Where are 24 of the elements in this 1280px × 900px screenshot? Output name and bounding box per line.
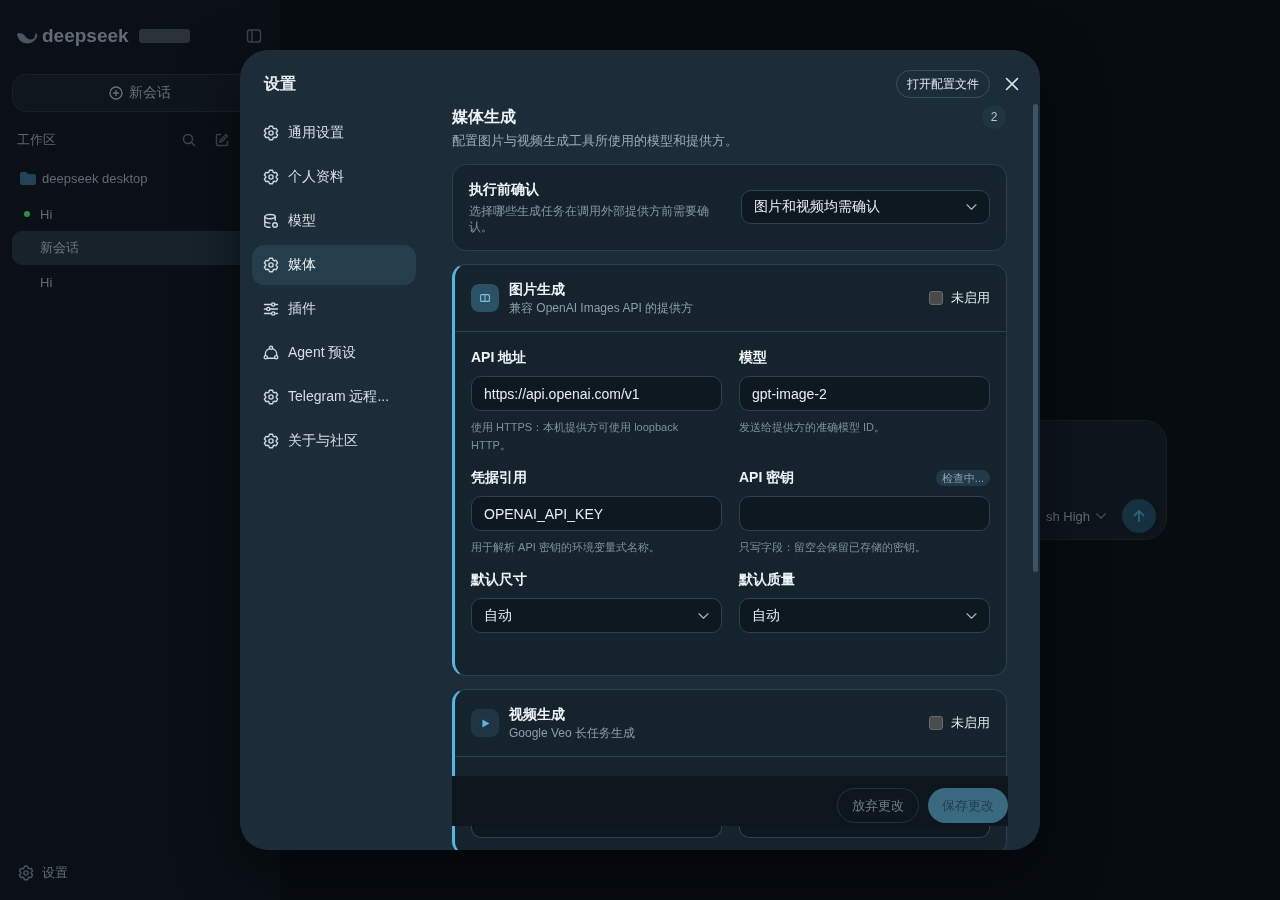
status-badge: 检查中... xyxy=(935,470,990,486)
provider-subtitle: 兼容 OpenAI Images API 的提供方 xyxy=(509,300,694,317)
provider-title: 视频生成 xyxy=(509,705,565,724)
field-hint: 只写字段：留空会保留已存储的密钥。 xyxy=(739,540,927,555)
section-description: 配置图片与视频生成工具所使用的模型和提供方。 xyxy=(452,132,739,150)
provider-title: 图片生成 xyxy=(509,280,565,299)
card-description: 选择哪些生成任务在调用外部提供方前需要确认。 xyxy=(469,203,710,235)
section-title: 工作区 xyxy=(17,131,56,149)
brand-name: deepseek xyxy=(42,24,129,48)
field-hint: 用于解析 API 密钥的环境变量式名称。 xyxy=(471,540,661,555)
field-label: API 地址 xyxy=(471,349,527,367)
field-label: 凭据引用 xyxy=(471,469,527,487)
checkbox-label: 未启用 xyxy=(951,714,990,732)
field-hint: 发送给提供方的准确模型 ID。 xyxy=(739,420,887,435)
provider-subtitle: Google Veo 长任务生成 xyxy=(509,725,636,742)
field-hint: 使用 HTTPS：本机提供方可使用 loopback HTTP。 xyxy=(471,420,680,453)
field-label: 模型 xyxy=(739,349,767,367)
section-heading: 媒体生成 xyxy=(452,107,516,127)
card-title: 执行前确认 xyxy=(469,180,540,199)
checkbox-label: 未启用 xyxy=(951,289,990,307)
field-label: 默认尺寸 xyxy=(471,571,527,589)
field-label: 默认质量 xyxy=(739,571,795,589)
field-label: API 密钥 xyxy=(739,469,795,487)
count-badge: 2 xyxy=(982,105,1006,129)
